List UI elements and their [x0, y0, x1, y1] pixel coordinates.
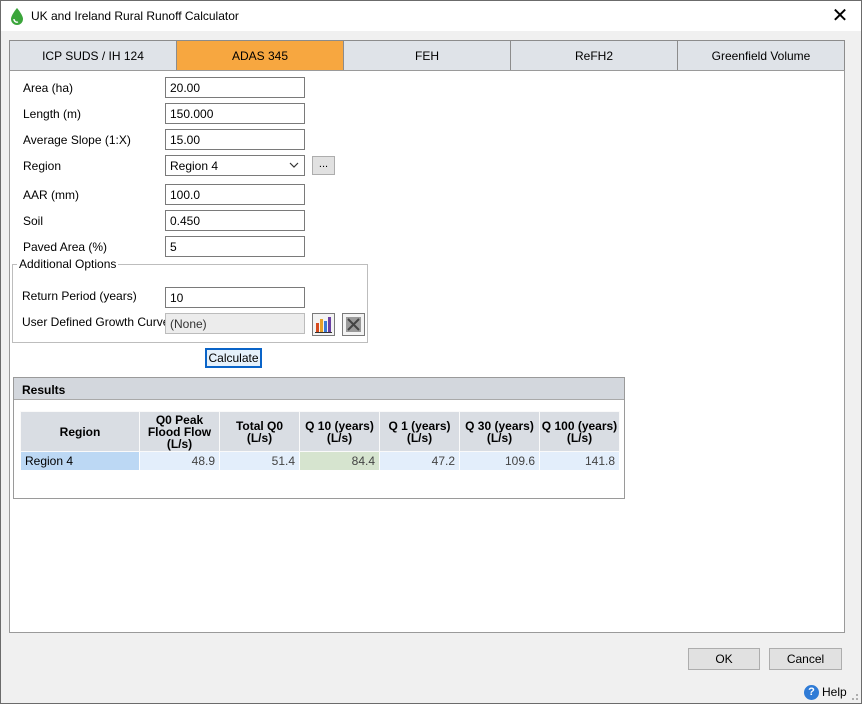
tab-feh[interactable]: FEH — [344, 40, 511, 71]
dialog-window: UK and Ireland Rural Runoff Calculator ✕… — [0, 0, 862, 704]
length-label: Length (m) — [23, 107, 82, 121]
column-header-q100: Q 100 (years) (L/s) — [539, 411, 620, 452]
column-header-total-q0: Total Q0 (L/s) — [219, 411, 300, 452]
region-select[interactable]: Region 4 — [165, 155, 305, 176]
help-label: Help — [822, 685, 847, 699]
aar-label: AAR (mm) — [23, 188, 79, 202]
table-row[interactable]: Region 4 48.9 51.4 84.4 47.2 109.6 141.8 — [20, 451, 620, 471]
results-table: Region Q0 Peak Flood Flow (L/s) Total Q0 (L… — [20, 411, 620, 471]
app-icon — [11, 8, 23, 25]
cell-region[interactable]: Region 4 — [20, 451, 140, 471]
region-browse-button[interactable]: ... — [312, 156, 335, 175]
cell-q0-peak[interactable]: 48.9 — [139, 451, 220, 471]
help-link[interactable]: ? Help — [804, 685, 847, 701]
cell-q100[interactable]: 141.8 — [539, 451, 620, 471]
resize-grip-icon[interactable] — [849, 691, 859, 701]
cell-total-q0[interactable]: 51.4 — [219, 451, 300, 471]
slope-input[interactable]: 15.00 — [165, 129, 305, 150]
window-title: UK and Ireland Rural Runoff Calculator — [31, 9, 239, 23]
title-bar: UK and Ireland Rural Runoff Calculator ✕ — [1, 1, 861, 31]
growth-curve-input: (None) — [165, 313, 305, 334]
method-tabs: ICP SUDS / IH 124 ADAS 345 FEH ReFH2 Gre… — [9, 40, 845, 71]
results-title: Results — [14, 378, 624, 400]
calculate-button[interactable]: Calculate — [205, 348, 262, 368]
cancel-button[interactable]: Cancel — [769, 648, 842, 670]
cell-q1[interactable]: 47.2 — [379, 451, 460, 471]
return-period-label: Return Period (years) — [22, 289, 137, 303]
region-select-value: Region 4 — [170, 159, 219, 173]
help-icon: ? — [804, 685, 819, 701]
paved-area-input[interactable]: 5 — [165, 236, 305, 257]
area-input[interactable]: 20.00 — [165, 77, 305, 98]
column-header-q30: Q 30 (years) (L/s) — [459, 411, 540, 452]
soil-label: Soil — [23, 214, 44, 228]
chevron-down-icon — [289, 162, 299, 168]
tab-icp-suds[interactable]: ICP SUDS / IH 124 — [9, 40, 177, 71]
bar-chart-icon — [315, 317, 332, 333]
tab-panel — [9, 70, 845, 633]
cell-q30[interactable]: 109.6 — [459, 451, 540, 471]
clear-growth-curve-button[interactable] — [342, 313, 365, 336]
soil-input[interactable]: 0.450 — [165, 210, 305, 231]
edit-growth-curve-button[interactable] — [312, 313, 335, 336]
tab-adas-345[interactable]: ADAS 345 — [177, 40, 344, 71]
growth-curve-label: User Defined Growth Curve — [22, 315, 170, 329]
return-period-input[interactable]: 10 — [165, 287, 305, 308]
column-header-region: Region — [20, 411, 140, 452]
cell-q10[interactable]: 84.4 — [299, 451, 380, 471]
results-header-row: Region Q0 Peak Flood Flow (L/s) Total Q0 (L… — [20, 411, 620, 452]
tab-greenfield-volume[interactable]: Greenfield Volume — [678, 40, 845, 71]
column-header-q10: Q 10 (years) (L/s) — [299, 411, 380, 452]
column-header-q1: Q 1 (years) (L/s) — [379, 411, 460, 452]
results-panel: Results Region Q0 Peak Flood Flow (L/s) To… — [13, 377, 625, 499]
delete-chart-icon — [346, 317, 361, 332]
close-icon[interactable]: ✕ — [827, 4, 853, 28]
slope-label: Average Slope (1:X) — [23, 133, 131, 147]
ok-button[interactable]: OK — [688, 648, 760, 670]
region-label: Region — [23, 159, 62, 173]
additional-options-title: Additional Options — [17, 257, 119, 271]
length-input[interactable]: 150.000 — [165, 103, 305, 124]
column-header-q0-peak: Q0 Peak Flood Flow (L/s) — [139, 411, 220, 452]
area-label: Area (ha) — [23, 81, 74, 95]
tab-refh2[interactable]: ReFH2 — [511, 40, 678, 71]
aar-input[interactable]: 100.0 — [165, 184, 305, 205]
paved-area-label: Paved Area (%) — [23, 240, 108, 254]
